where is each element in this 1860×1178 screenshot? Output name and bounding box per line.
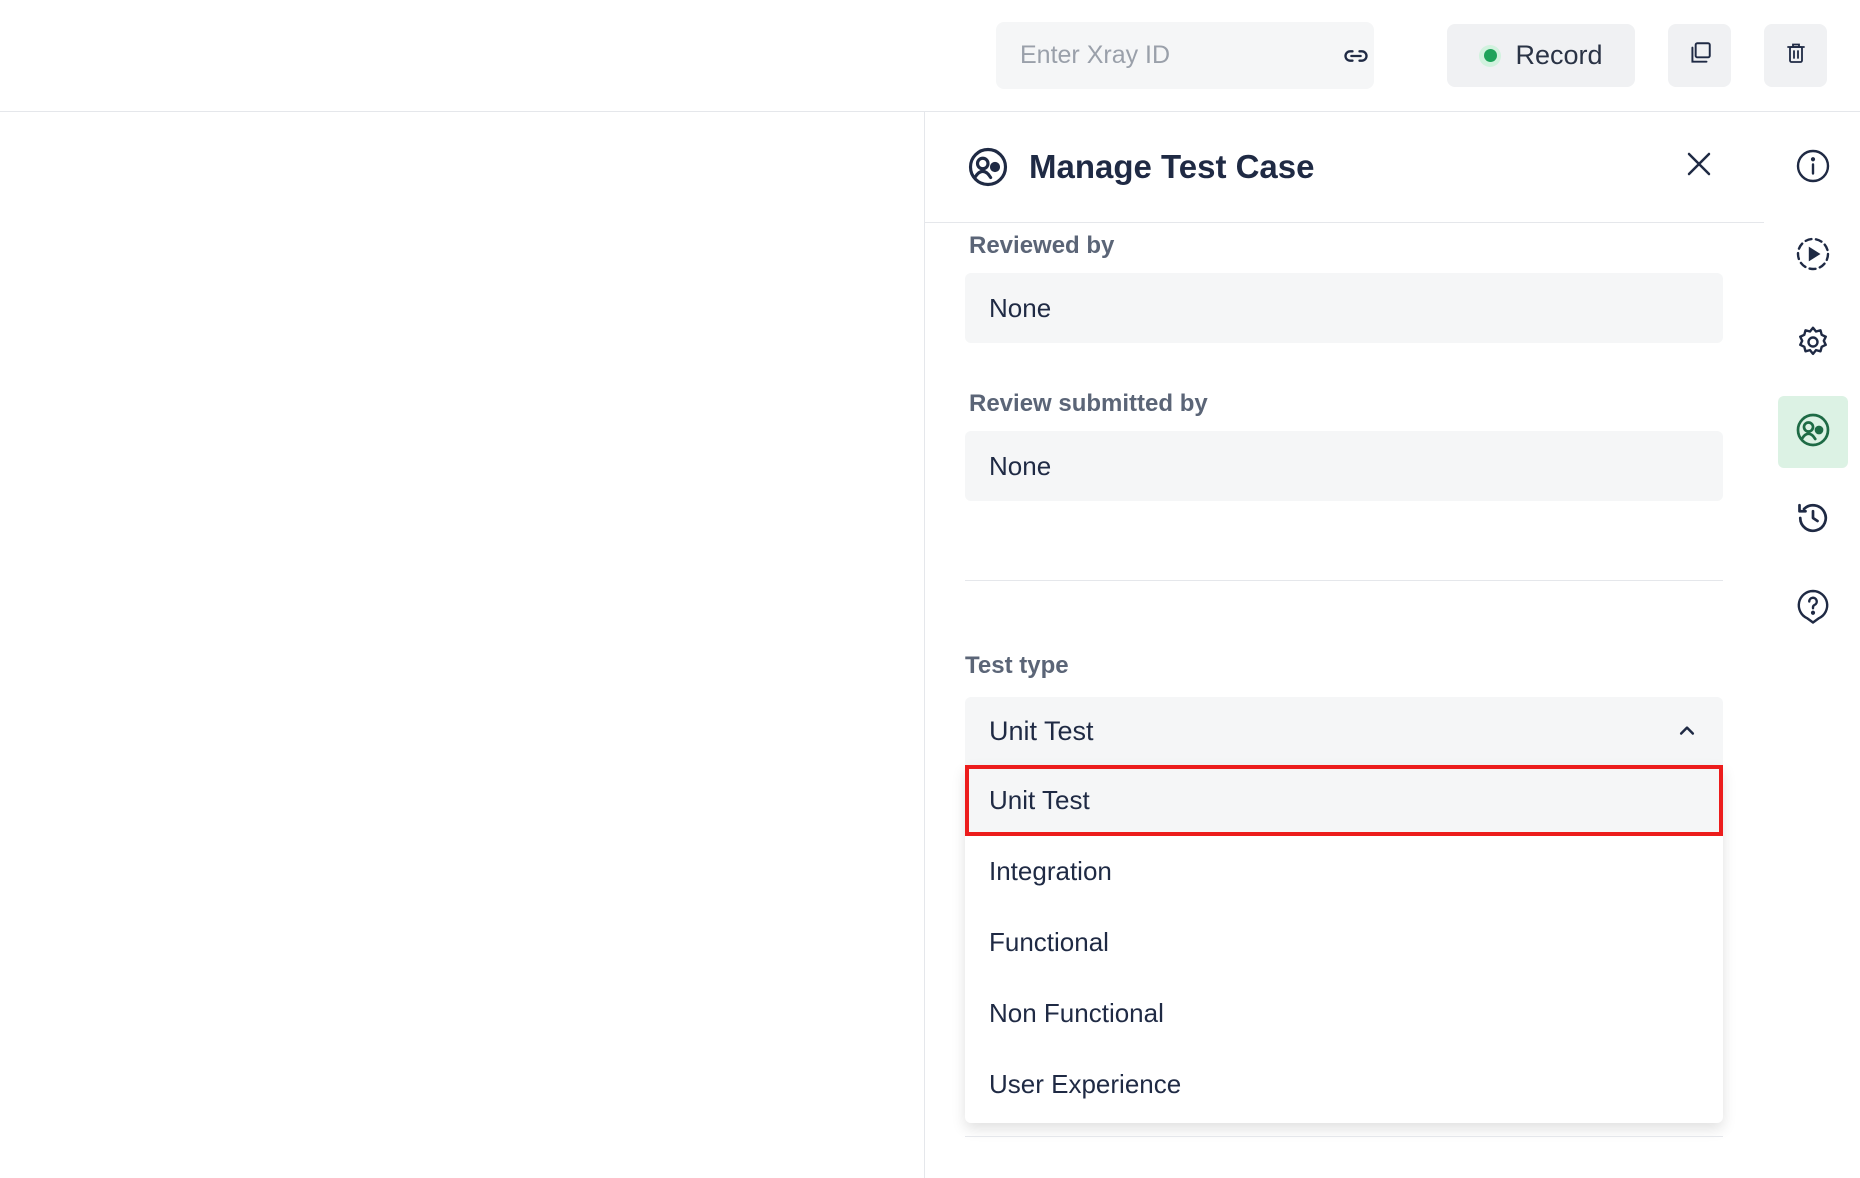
manage-test-case-icon (1795, 412, 1831, 453)
reviewed-by-field[interactable]: None (965, 273, 1723, 343)
xray-id-input[interactable] (1020, 41, 1342, 70)
section-divider (965, 580, 1723, 581)
test-type-dropdown: Unit Test Integration Functional Non Fun… (965, 765, 1723, 1123)
help-button[interactable] (1778, 572, 1848, 644)
manage-test-case-button[interactable] (1778, 396, 1848, 468)
test-type-select[interactable]: Unit Test (965, 697, 1723, 765)
manage-test-case-panel: Manage Test Case Reviewed by None Review… (924, 112, 1765, 1178)
section-divider (965, 1136, 1723, 1137)
copy-button[interactable] (1668, 24, 1731, 87)
test-type-label: Test type (965, 652, 1069, 679)
close-button[interactable] (1681, 148, 1717, 184)
history-button[interactable] (1778, 484, 1848, 556)
record-label: Record (1515, 40, 1603, 70)
record-indicator-icon (1479, 44, 1502, 67)
review-submitted-by-field[interactable]: None (965, 431, 1723, 501)
history-icon (1795, 500, 1831, 541)
chevron-up-icon (1675, 719, 1699, 743)
panel-header: Manage Test Case (925, 112, 1765, 223)
link-icon[interactable] (1342, 41, 1370, 71)
option-unit-test[interactable]: Unit Test (965, 765, 1723, 836)
reviewed-by-label: Reviewed by (969, 232, 1115, 259)
close-icon (1684, 149, 1714, 184)
option-functional[interactable]: Functional (965, 907, 1723, 978)
manage-test-case-icon (967, 146, 1009, 188)
option-non-functional[interactable]: Non Functional (965, 978, 1723, 1049)
help-icon (1795, 588, 1831, 629)
settings-button[interactable] (1778, 308, 1848, 380)
record-button[interactable]: Record (1447, 24, 1635, 87)
info-button[interactable] (1778, 132, 1848, 204)
delete-button[interactable] (1764, 24, 1827, 87)
trash-icon (1784, 40, 1808, 71)
test-type-selected-value: Unit Test (989, 715, 1094, 746)
option-user-experience[interactable]: User Experience (965, 1049, 1723, 1120)
settings-icon (1795, 324, 1831, 365)
right-sidebar (1764, 112, 1860, 1178)
panel-title: Manage Test Case (1029, 148, 1315, 185)
top-bar: Record (0, 0, 1860, 112)
xray-id-field[interactable] (996, 22, 1374, 89)
review-submitted-by-label: Review submitted by (969, 390, 1208, 417)
playback-button[interactable] (1778, 220, 1848, 292)
info-icon (1795, 148, 1831, 189)
option-integration[interactable]: Integration (965, 836, 1723, 907)
play-circle-icon (1795, 236, 1831, 277)
copy-icon (1687, 40, 1713, 71)
